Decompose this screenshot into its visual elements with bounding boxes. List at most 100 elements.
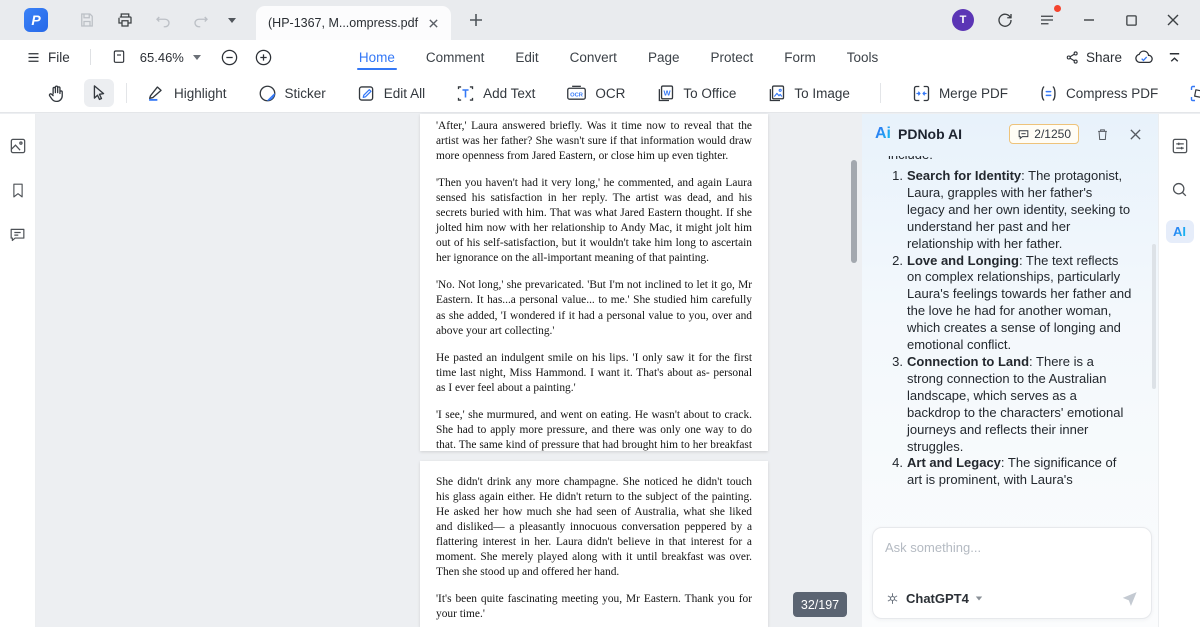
search-icon[interactable]: [1168, 177, 1192, 201]
pdf-paragraph: 'It's been quite fascinating meeting you…: [436, 592, 752, 622]
highlight-label: Highlight: [174, 86, 227, 101]
notification-dot: [1054, 5, 1061, 12]
item-title: Love and Longing: [907, 253, 1019, 268]
sticker-label: Sticker: [285, 86, 326, 101]
share-label: Share: [1086, 50, 1122, 65]
select-tool-button[interactable]: [84, 79, 114, 107]
sticker-button[interactable]: Sticker: [257, 83, 326, 104]
hand-tool-button[interactable]: [42, 79, 72, 107]
send-icon[interactable]: [1120, 589, 1139, 608]
edit-all-icon: [356, 83, 377, 104]
close-window-icon[interactable]: [1162, 9, 1184, 31]
print-icon[interactable]: [114, 9, 136, 31]
cloud-sync-icon[interactable]: [1134, 49, 1155, 66]
ask-input[interactable]: [885, 540, 1139, 589]
close-ai-panel-icon[interactable]: [1125, 124, 1145, 144]
tab-page[interactable]: Page: [646, 43, 682, 72]
sync-icon[interactable]: [994, 9, 1016, 31]
ribbon-tabs: Home Comment Edit Convert Page Protect F…: [357, 43, 880, 72]
bookmarks-panel-icon[interactable]: [6, 178, 30, 202]
compress-pdf-button[interactable]: Compress PDF: [1038, 83, 1158, 104]
collapse-ribbon-icon[interactable]: [1167, 50, 1182, 65]
comments-panel-icon[interactable]: [6, 222, 30, 246]
document-viewport[interactable]: 'After,' Laura answered briefly. Was it …: [36, 114, 862, 627]
zoom-out-icon[interactable]: [220, 48, 239, 67]
ai-assistant-icon[interactable]: AI: [1166, 220, 1194, 243]
app-logo-icon[interactable]: P: [24, 8, 48, 32]
tab-protect[interactable]: Protect: [708, 43, 755, 72]
divider: [880, 83, 881, 103]
to-image-button[interactable]: To Image: [766, 83, 850, 104]
item-number: 1.: [888, 168, 903, 253]
screen-tools-icon: [1188, 83, 1200, 104]
zoom-in-icon[interactable]: [254, 48, 273, 67]
new-tab-icon[interactable]: [465, 9, 487, 31]
edit-all-button[interactable]: Edit All: [356, 83, 425, 104]
pdf-paragraph: 'After,' Laura answered briefly. Was it …: [436, 119, 752, 164]
merge-pdf-icon: [911, 83, 932, 104]
add-text-button[interactable]: Add Text: [455, 83, 535, 104]
cursor-icon: [89, 83, 109, 103]
svg-text:OCR: OCR: [570, 92, 584, 98]
quota-badge[interactable]: 2/1250: [1009, 124, 1079, 144]
tab-close-icon[interactable]: [428, 18, 439, 29]
undo-icon[interactable]: [152, 9, 174, 31]
pdf-paragraph: She didn't drink any more champagne. She…: [436, 475, 752, 580]
main-menu-icon[interactable]: [1036, 9, 1058, 31]
pdf-paragraph: 'No. Not long,' she prevaricated. 'But I…: [436, 278, 752, 338]
to-office-label: To Office: [683, 86, 736, 101]
merge-pdf-label: Merge PDF: [939, 86, 1008, 101]
save-icon[interactable]: [76, 9, 98, 31]
sticker-icon: [257, 83, 278, 104]
file-menu[interactable]: File: [26, 50, 70, 65]
history-dropdown-icon[interactable]: [228, 18, 236, 23]
pdf-page-33[interactable]: She didn't drink any more champagne. She…: [420, 461, 768, 627]
model-dropdown-icon[interactable]: [976, 597, 982, 601]
share-button[interactable]: Share: [1065, 50, 1122, 65]
to-office-button[interactable]: W To Office: [655, 83, 736, 104]
page-indicator-badge: 32/197: [793, 592, 847, 617]
ask-input-card: ChatGPT4: [872, 527, 1152, 619]
tab-home[interactable]: Home: [357, 43, 397, 72]
ai-response-area[interactable]: include: 1. Search for Identity: The pro…: [862, 156, 1158, 515]
user-avatar[interactable]: T: [952, 9, 974, 31]
thumbnails-panel-icon[interactable]: [6, 134, 30, 158]
screen-tools-button[interactable]: Screen Tools: [1188, 83, 1200, 104]
model-selector[interactable]: ChatGPT4: [906, 591, 969, 606]
add-text-icon: [455, 83, 476, 104]
merge-pdf-button[interactable]: Merge PDF: [911, 83, 1008, 104]
share-icon: [1065, 50, 1080, 65]
ai-scrollbar[interactable]: [1152, 244, 1156, 389]
minimize-icon[interactable]: [1078, 9, 1100, 31]
ai-list-item: 1. Search for Identity: The protagonist,…: [888, 168, 1132, 253]
chat-quota-icon: [1017, 128, 1030, 141]
ai-panel-header: Ai PDNob AI 2/1250: [862, 114, 1158, 154]
page-fit-icon[interactable]: [111, 49, 127, 65]
file-menu-label: File: [48, 50, 70, 65]
left-sidebar: [0, 114, 36, 627]
clear-chat-icon[interactable]: [1092, 124, 1112, 144]
document-scrollbar[interactable]: [851, 160, 857, 263]
tab-convert[interactable]: Convert: [568, 43, 619, 72]
ocr-button[interactable]: OCR OCR: [565, 83, 625, 104]
pdf-paragraph: 'Then you haven't had it very long,' he …: [436, 176, 752, 266]
hand-icon: [47, 83, 68, 104]
tab-form[interactable]: Form: [782, 43, 818, 72]
tab-edit[interactable]: Edit: [513, 43, 540, 72]
properties-panel-icon[interactable]: [1168, 134, 1192, 158]
to-image-icon: [766, 83, 787, 104]
pdf-page-32[interactable]: 'After,' Laura answered briefly. Was it …: [420, 114, 768, 451]
zoom-dropdown-icon[interactable]: [193, 55, 201, 60]
ocr-icon: OCR: [565, 83, 588, 104]
redo-icon[interactable]: [190, 9, 212, 31]
zoom-level-value[interactable]: 65.46%: [140, 50, 184, 65]
openai-icon: [885, 591, 900, 606]
ai-list-item: 4. Art and Legacy: The significance of a…: [888, 455, 1132, 489]
highlight-button[interactable]: Highlight: [145, 82, 227, 104]
tab-tools[interactable]: Tools: [845, 43, 881, 72]
tab-comment[interactable]: Comment: [424, 43, 487, 72]
divider: [126, 83, 127, 103]
pdf-paragraph: He pasted an indulgent smile on his lips…: [436, 351, 752, 396]
maximize-icon[interactable]: [1120, 9, 1142, 31]
document-tab[interactable]: (HP-1367, M...ompress.pdf: [256, 6, 451, 40]
